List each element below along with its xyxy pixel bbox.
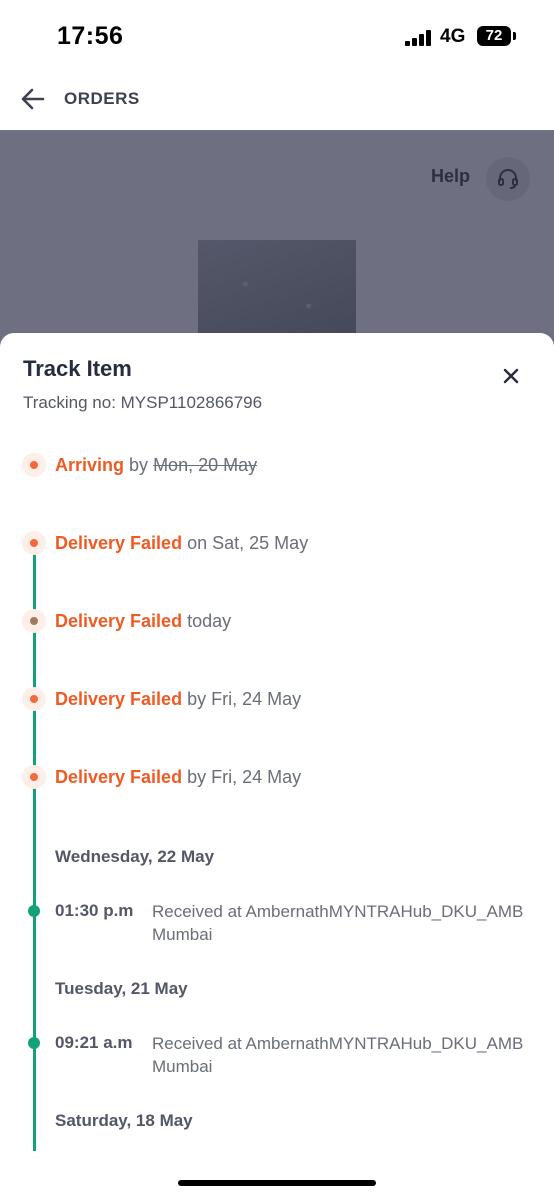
tracking-number: Tracking no: MYSP1102866796 xyxy=(23,393,263,412)
event-description: Received at AmbernathMYNTRAHub_DKU_AMB M… xyxy=(152,1034,524,1076)
event-date-heading: Wednesday, 22 May xyxy=(55,847,215,866)
status-label: Delivery Failed xyxy=(55,689,183,709)
status-dot-icon xyxy=(22,687,46,711)
event-time: 01:30 p.m xyxy=(55,901,134,920)
status-connector: by xyxy=(187,689,207,709)
status-label: Delivery Failed xyxy=(55,767,183,787)
status-time: 17:56 xyxy=(57,22,124,50)
event-dot-icon xyxy=(28,905,40,917)
status-date: Fri, 24 May xyxy=(211,767,302,787)
network-type: 4G xyxy=(440,26,466,47)
signal-icon xyxy=(405,30,435,46)
event-time: 09:21 a.m xyxy=(55,1033,133,1052)
track-item-sheet: Track Item Tracking no: MYSP1102866796 A… xyxy=(0,333,554,1200)
event-date-heading: Saturday, 18 May xyxy=(55,1111,193,1130)
battery-tip xyxy=(513,32,516,40)
status-date: Sat, 25 May xyxy=(212,533,309,553)
status-date: Mon, 20 May xyxy=(153,455,258,475)
back-arrow-icon[interactable] xyxy=(18,84,48,114)
battery-icon: 72 xyxy=(477,26,511,46)
help-label[interactable]: Help xyxy=(431,166,470,187)
status-label: Delivery Failed xyxy=(55,611,183,631)
status-dot-icon xyxy=(22,453,46,477)
status-dot-icon xyxy=(22,531,46,555)
sheet-title: Track Item xyxy=(23,356,132,381)
event-date-heading: Tuesday, 21 May xyxy=(55,979,188,998)
status-date: today xyxy=(187,611,232,631)
page-title: ORDERS xyxy=(64,89,140,108)
event-description: Received at AmbernathMYNTRAHub_DKU_AMB M… xyxy=(152,902,524,944)
status-connector: by xyxy=(187,767,207,787)
home-indicator[interactable] xyxy=(178,1180,376,1186)
status-connector: on xyxy=(187,533,208,553)
status-bar: 17:56 4G 72 xyxy=(0,0,554,70)
dimmed-background: Help xyxy=(0,130,554,350)
status-date: Fri, 24 May xyxy=(211,689,302,709)
status-connector: by xyxy=(129,455,149,475)
status-label: Delivery Failed xyxy=(55,533,183,553)
timeline-line xyxy=(33,543,36,1151)
status-label: Arriving xyxy=(55,455,125,475)
headset-icon[interactable] xyxy=(486,157,530,201)
status-dot-icon xyxy=(22,609,46,633)
app-header: ORDERS xyxy=(0,70,554,130)
status-dot-icon xyxy=(22,765,46,789)
event-dot-icon xyxy=(28,1037,40,1049)
close-icon[interactable] xyxy=(499,364,523,388)
